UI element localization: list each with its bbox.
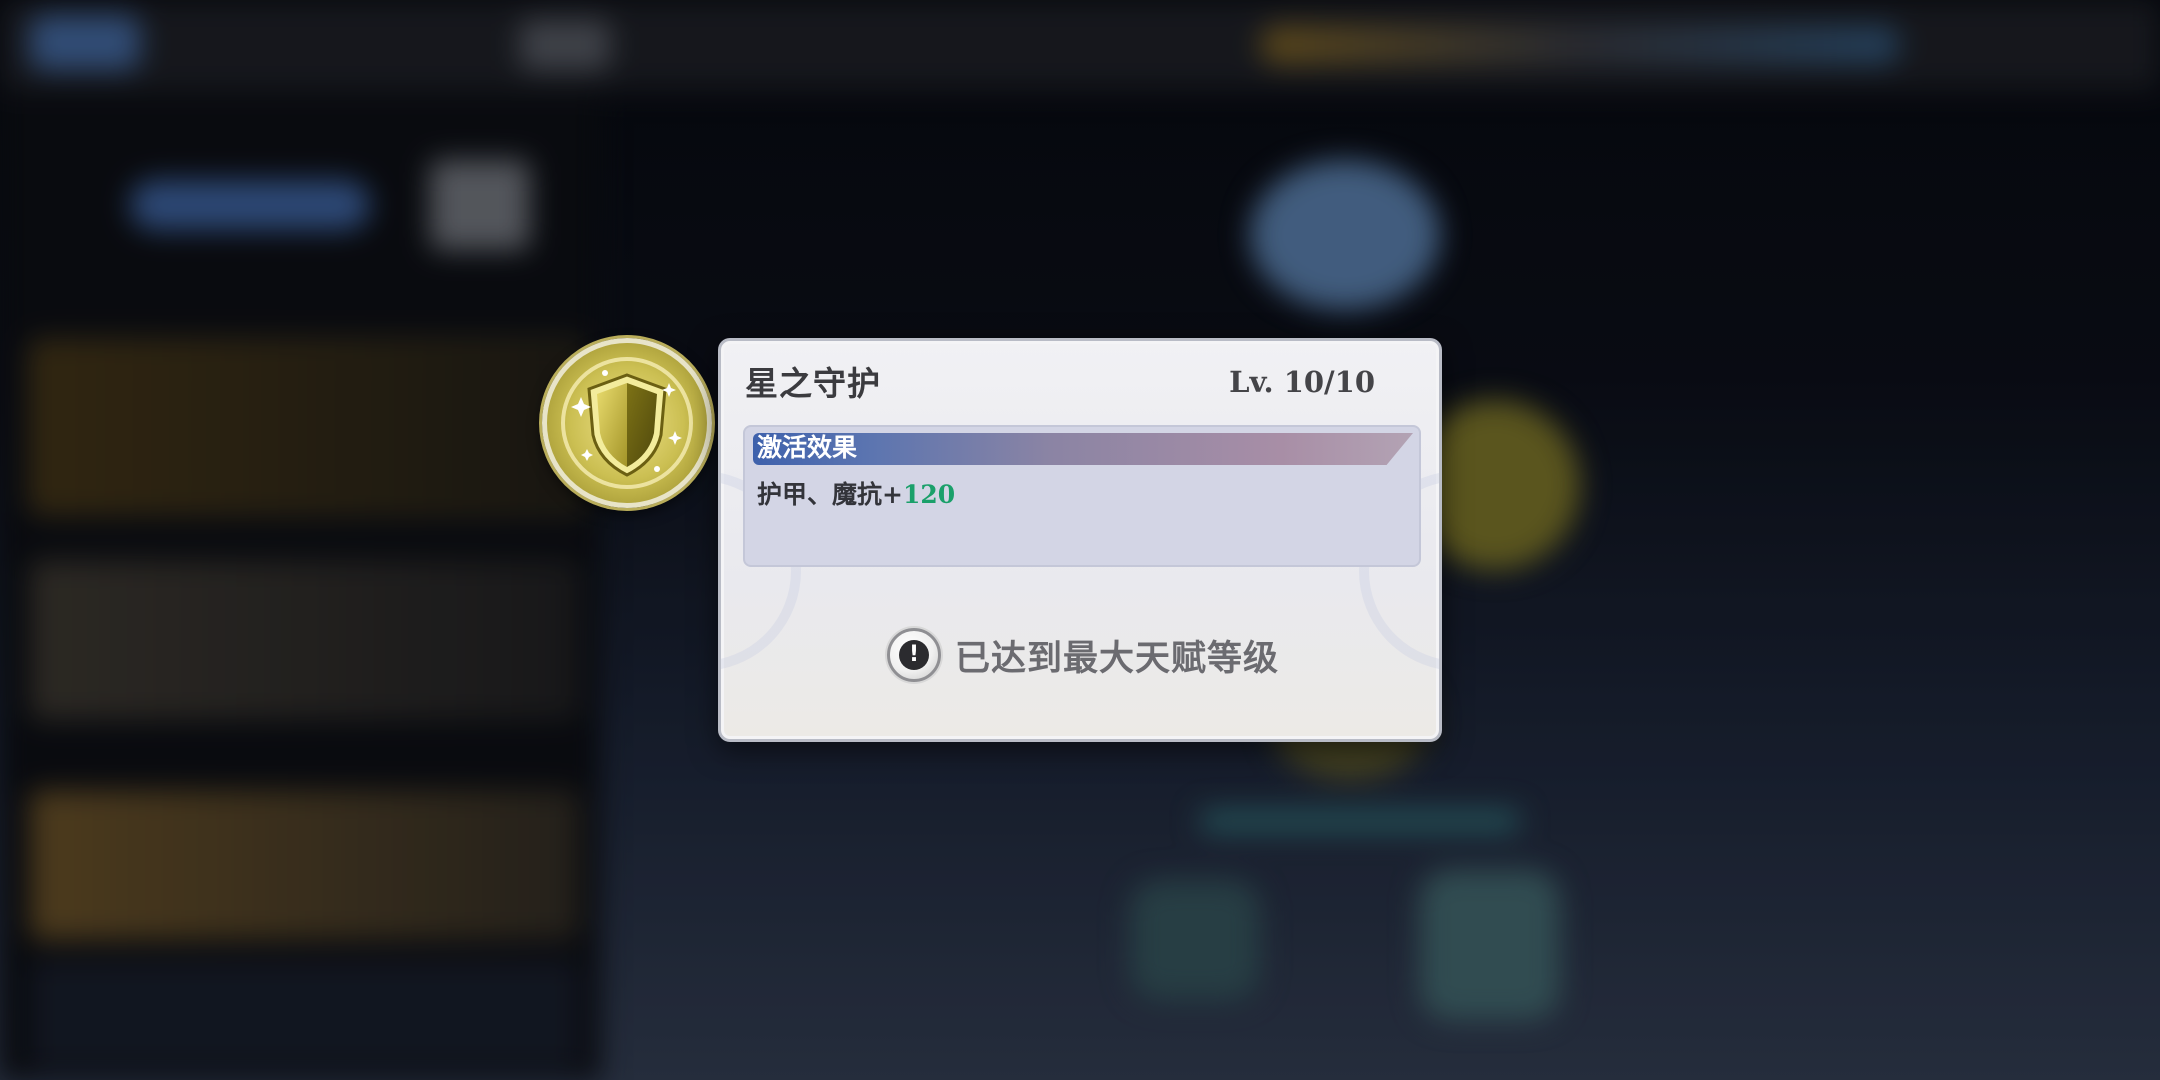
exclamation-glyph: ! — [899, 640, 929, 670]
talent-level: Lv. 10/10 — [1229, 365, 1375, 399]
max-level-notice: ! 已达到最大天赋等级 — [887, 627, 1279, 683]
talent-icon — [542, 338, 712, 508]
effect-panel: 激活效果 护甲、魔抗+120 — [743, 425, 1421, 567]
effect-stat-value: 120 — [902, 480, 956, 509]
talent-detail-dialog: 星之守护 Lv. 10/10 激活效果 护甲、魔抗+120 ! 已达到最大天赋等… — [718, 338, 1442, 742]
shield-sparkle-icon — [561, 357, 693, 489]
talent-name: 星之守护 — [745, 364, 881, 403]
effect-stat-label: 护甲、魔抗+ — [757, 480, 903, 509]
max-level-message: 已达到最大天赋等级 — [955, 637, 1280, 679]
game-screen: 星之守护 Lv. 10/10 激活效果 护甲、魔抗+120 ! 已达到最大天赋等… — [0, 0, 2160, 1080]
effect-header-label: 激活效果 — [757, 433, 858, 462]
exclamation-icon: ! — [887, 628, 941, 682]
effect-description: 护甲、魔抗+120 — [757, 475, 955, 511]
